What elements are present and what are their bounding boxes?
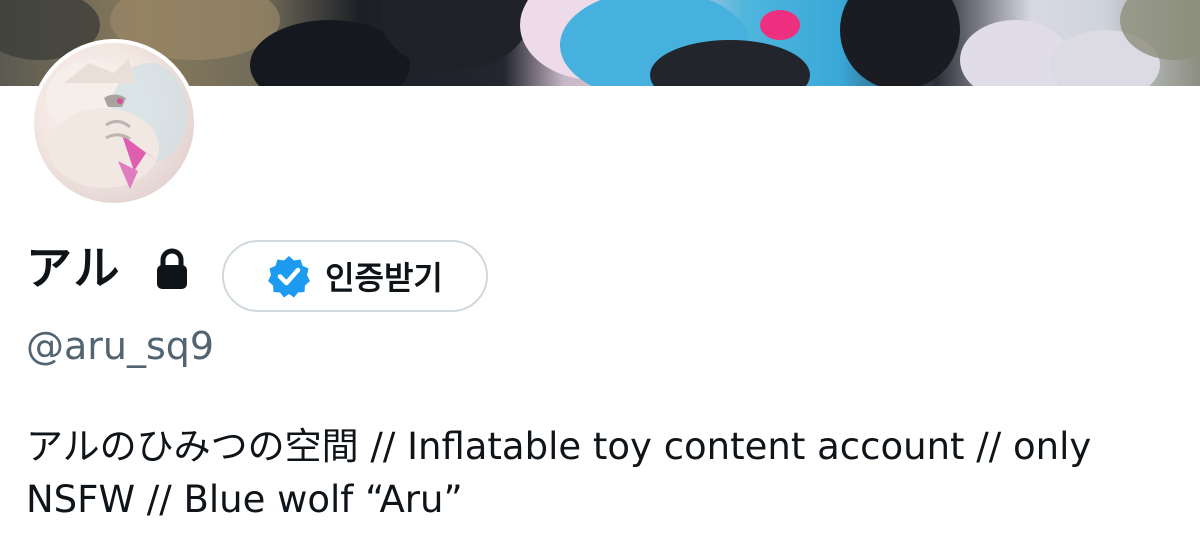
display-name: アル (26, 241, 122, 295)
get-verified-button[interactable]: 인증받기 (222, 240, 488, 312)
profile-avatar[interactable] (30, 39, 198, 207)
verified-badge-icon (268, 256, 311, 298)
profile-bio: アルのひみつの空間 // Inflatable toy content acco… (26, 425, 1092, 521)
avatar-image (34, 43, 194, 203)
avatar-art-icon (46, 58, 187, 189)
get-verified-label: 인증받기 (325, 259, 443, 297)
lock-icon (157, 248, 187, 289)
username-handle: @aru_sq9 (26, 324, 215, 368)
